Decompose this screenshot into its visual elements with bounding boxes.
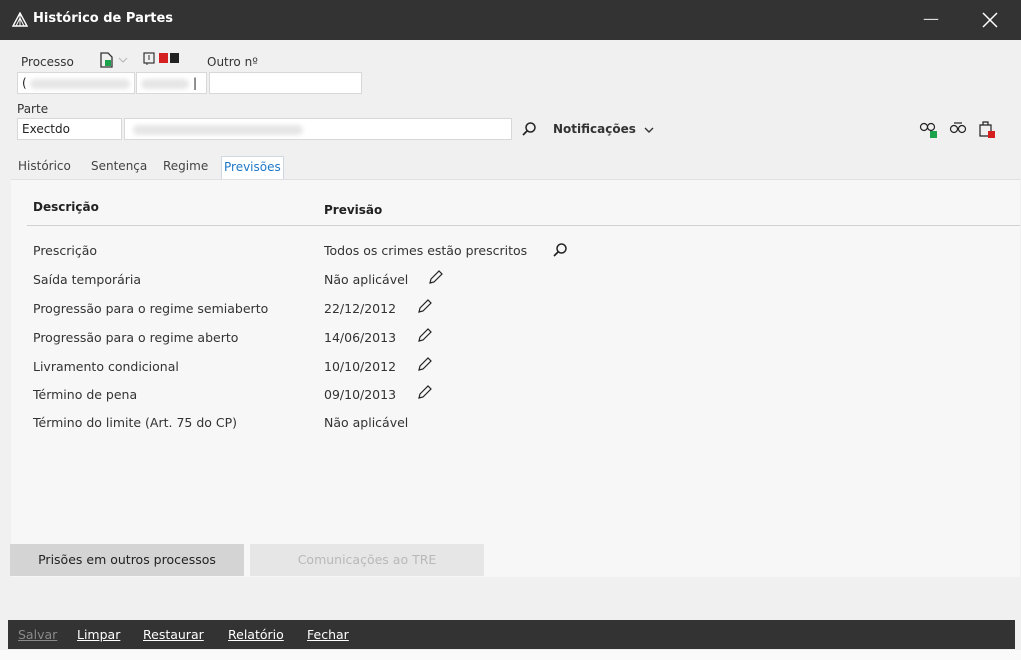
- main-content: Processo Outro nº ( | Parte Exectdo Noti…: [1, 40, 1020, 620]
- processo-value-partial-2: |: [193, 76, 198, 90]
- row-previsao: Não aplicável: [324, 415, 409, 430]
- tab-historico[interactable]: Histórico: [16, 156, 73, 176]
- comunicacoes-tre-button[interactable]: Comunicações ao TRE: [250, 544, 484, 576]
- redacted-text: [30, 79, 130, 89]
- redacted-text: [133, 125, 303, 135]
- row-descricao: Saída temporária: [33, 272, 142, 287]
- chevron-down-icon[interactable]: [644, 126, 654, 134]
- processo-field-1[interactable]: (: [17, 72, 135, 94]
- row-previsao: Todos os crimes estão prescritos: [324, 243, 528, 258]
- handcuffs-icon[interactable]: [948, 119, 968, 139]
- note-icon[interactable]: [142, 52, 156, 66]
- row-descricao: Livramento condicional: [33, 359, 179, 374]
- row-descricao: Término de pena: [33, 387, 138, 402]
- document-pdf-icon[interactable]: [977, 119, 997, 139]
- parte-name-field[interactable]: [124, 118, 512, 140]
- tab-sentenca[interactable]: Sentença: [89, 156, 149, 176]
- relatorio-button[interactable]: Relatório: [228, 627, 284, 642]
- prisoes-outros-processos-button[interactable]: Prisões em outros processos: [10, 544, 244, 576]
- row-previsao: 10/10/2012: [324, 359, 397, 374]
- pencil-icon[interactable]: [416, 327, 433, 344]
- row-previsao: 22/12/2012: [324, 301, 397, 316]
- title-bar: Histórico de Partes —: [0, 0, 1021, 40]
- column-header-descricao: Descrição: [33, 200, 99, 214]
- window-title: Histórico de Partes: [33, 11, 174, 26]
- row-descricao: Progressão para o regime aberto: [33, 330, 239, 345]
- processo-label: Processo: [21, 55, 74, 69]
- limpar-button[interactable]: Limpar: [77, 627, 120, 642]
- redacted-text: [141, 79, 189, 89]
- pencil-icon[interactable]: [416, 384, 433, 401]
- processo-field-2[interactable]: |: [136, 72, 207, 94]
- document-add-icon[interactable]: [98, 51, 116, 69]
- app-logo-icon: [12, 12, 28, 27]
- row-previsao: 14/06/2013: [324, 330, 397, 345]
- search-icon[interactable]: [521, 121, 537, 137]
- salvar-button[interactable]: Salvar: [18, 627, 57, 642]
- row-descricao: Término do limite (Art. 75 do CP): [33, 415, 238, 430]
- header-divider: [27, 225, 1020, 226]
- close-icon[interactable]: [975, 6, 1005, 34]
- previsoes-panel: Descrição Previsão Prescrição Todos os c…: [11, 179, 1020, 577]
- fechar-button[interactable]: Fechar: [307, 627, 349, 642]
- column-header-previsao: Previsão: [324, 203, 383, 217]
- tab-regime[interactable]: Regime: [161, 156, 210, 176]
- restaurar-button[interactable]: Restaurar: [143, 627, 204, 642]
- handcuffs-add-icon[interactable]: [919, 119, 939, 139]
- tab-previsoes[interactable]: Previsões: [221, 156, 284, 180]
- row-descricao: Progressão para o regime semiaberto: [33, 301, 269, 316]
- outro-numero-field[interactable]: [209, 72, 362, 94]
- processo-value-partial: (: [22, 76, 27, 90]
- footer-strip: [0, 650, 1021, 660]
- chevron-down-icon[interactable]: [118, 56, 128, 64]
- red-flag-icon: [159, 53, 168, 63]
- outro-numero-label: Outro nº: [207, 55, 258, 69]
- notificacoes-dropdown[interactable]: Notificações: [553, 122, 636, 136]
- pencil-icon[interactable]: [416, 356, 433, 373]
- minimize-button[interactable]: —: [916, 6, 946, 34]
- row-descricao: Prescrição: [33, 243, 98, 258]
- black-flag-icon: [170, 53, 179, 63]
- row-previsao: Não aplicável: [324, 272, 409, 287]
- pencil-icon[interactable]: [416, 298, 433, 315]
- action-bar: Salvar Limpar Restaurar Relatório Fechar: [8, 620, 1015, 649]
- parte-type-field[interactable]: Exectdo: [17, 118, 122, 140]
- row-previsao: 09/10/2013: [324, 387, 397, 402]
- pencil-icon[interactable]: [427, 269, 444, 286]
- search-icon[interactable]: [552, 242, 568, 258]
- parte-label: Parte: [17, 102, 49, 116]
